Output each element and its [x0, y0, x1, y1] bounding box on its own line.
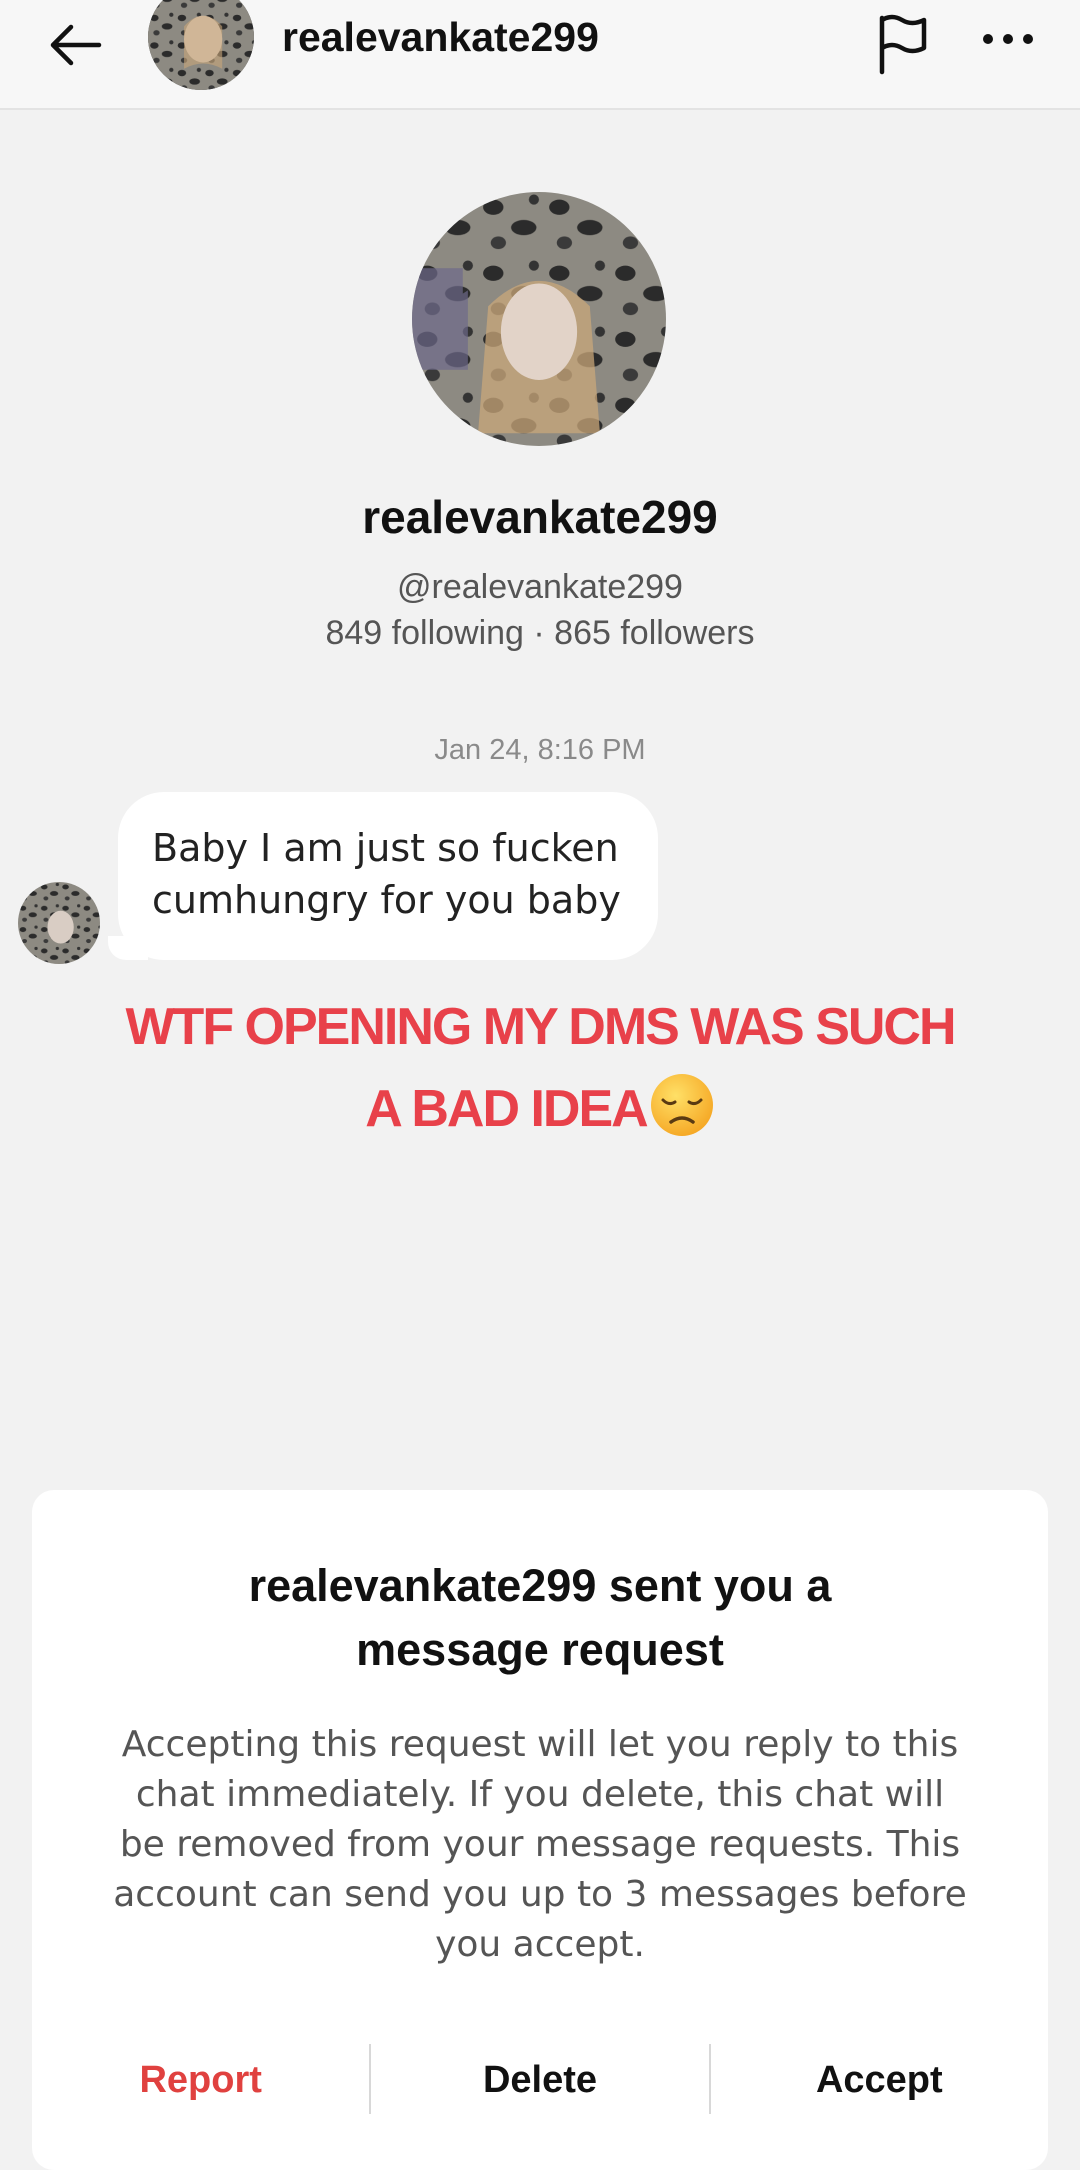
flag-icon: [879, 14, 927, 75]
caption-line-1: WTF OPENING MY DMS WAS SUCH: [125, 998, 956, 1056]
caption-line-2: A BAD IDEA: [365, 1080, 648, 1138]
request-title-line-1: realevankate299 sent you a: [248, 1560, 832, 1611]
profile-display-name: realevankate299: [362, 491, 718, 543]
profile-handle: @realevankate299: [397, 568, 683, 606]
request-description-line: you accept.: [435, 1924, 645, 1965]
back-button[interactable]: [40, 10, 110, 80]
arrow-left-icon: [50, 24, 102, 66]
message-timestamp: Jan 24, 8:16 PM: [434, 734, 646, 766]
caption-line-2-wrap: A BAD IDEA: [40, 1068, 1040, 1150]
request-description-line: be removed from your message requests. T…: [119, 1824, 961, 1865]
caption-overlay: WTF OPENING MY DMS WAS SUCH A BAD IDEA: [40, 986, 1040, 1150]
request-title-line-2: message request: [356, 1624, 724, 1675]
delete-button[interactable]: Delete: [371, 2044, 708, 2116]
request-description-line: chat immediately. If you delete, this ch…: [135, 1774, 945, 1815]
top-bar: realevankate299: [0, 0, 1080, 110]
message-bubble[interactable]: Baby I am just so fucken cumhungry for y…: [118, 792, 658, 960]
request-description: Accepting this request will let you repl…: [92, 1720, 988, 1970]
request-description-line: account can send you up to 3 messages be…: [113, 1874, 967, 1915]
header-username[interactable]: realevankate299: [282, 14, 599, 61]
message-text-line-1: Baby I am just so fucken: [152, 826, 619, 870]
sender-avatar[interactable]: [18, 882, 100, 964]
message-text-line-2: cumhungry for you baby: [152, 878, 621, 922]
more-horizontal-icon: [983, 34, 1033, 44]
message-request-panel: realevankate299 sent you a message reque…: [32, 1490, 1048, 2170]
header-avatar[interactable]: [148, 0, 254, 90]
report-button[interactable]: Report: [32, 2044, 369, 2116]
request-actions: Report Delete Accept: [32, 2044, 1048, 2116]
more-options-button[interactable]: [978, 12, 1038, 66]
disappointed-face-icon: [650, 1074, 713, 1136]
profile-stats: 849 following · 865 followers: [325, 614, 755, 652]
request-description-line: Accepting this request will let you repl…: [121, 1724, 959, 1765]
report-flag-button[interactable]: [870, 10, 936, 76]
profile-avatar[interactable]: [412, 192, 666, 446]
accept-button[interactable]: Accept: [711, 2044, 1048, 2116]
request-title: realevankate299 sent you a message reque…: [92, 1554, 988, 1682]
